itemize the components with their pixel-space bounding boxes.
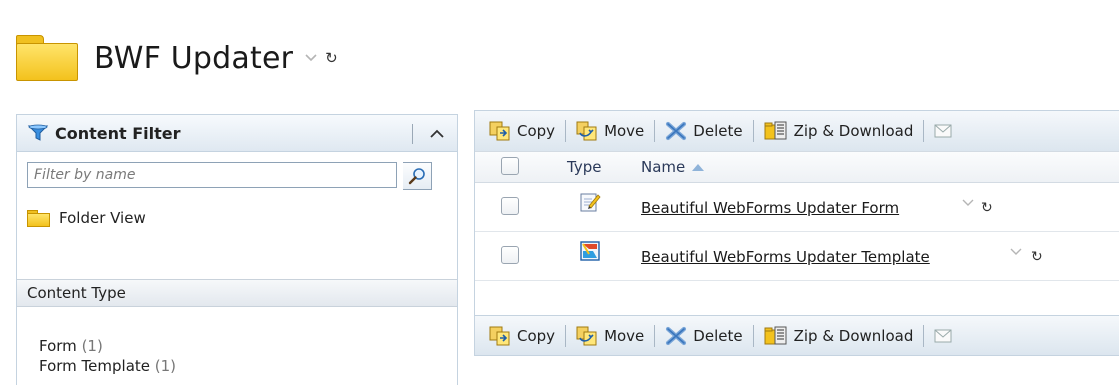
folder-icon	[27, 210, 50, 227]
zip-icon	[764, 326, 787, 344]
delete-icon	[666, 326, 687, 345]
zip-download-button[interactable]: Zip & Download	[764, 118, 914, 144]
column-type[interactable]: Type	[567, 158, 601, 176]
move-label: Move	[604, 326, 645, 345]
row-checkbox[interactable]	[501, 246, 519, 264]
search-button[interactable]	[403, 162, 432, 190]
zip-icon	[764, 121, 787, 140]
move-label: Move	[604, 122, 645, 140]
content-type-header: Content Type	[17, 279, 457, 307]
content-type-list: Form (1) Form Template (1)	[39, 336, 176, 376]
copy-button[interactable]: Copy	[489, 118, 555, 144]
move-icon	[576, 326, 597, 345]
toolbar-bottom: Copy Move Delete Zip & Download	[475, 315, 1119, 355]
chevron-down-icon[interactable]	[1009, 246, 1023, 258]
content-type-count: (1)	[81, 337, 103, 355]
copy-label: Copy	[517, 122, 556, 140]
content-grid: Copy Move Delete Zip & Download Type Nam…	[474, 110, 1119, 356]
toolbar-separator	[752, 324, 754, 347]
page-header: BWF Updater ↻	[16, 28, 338, 88]
refresh-icon[interactable]: ↻	[1031, 249, 1043, 265]
content-type-label: Form Template	[39, 357, 150, 375]
delete-label: Delete	[693, 122, 743, 140]
chevron-down-icon[interactable]	[305, 52, 317, 64]
filter-by-name-input[interactable]	[27, 162, 397, 188]
content-type-item-form-template[interactable]: Form Template (1)	[39, 356, 176, 376]
content-filter-title: Content Filter	[55, 123, 181, 143]
move-button[interactable]: Move	[576, 118, 644, 144]
item-name-link[interactable]: Beautiful WebForms Updater Template	[641, 248, 930, 266]
select-all-checkbox[interactable]	[501, 157, 519, 175]
chevron-down-icon[interactable]	[961, 197, 975, 209]
content-filter-panel: Content Filter Folder View Content Type …	[16, 114, 458, 385]
form-template-icon	[580, 241, 600, 261]
toolbar-separator	[923, 120, 925, 142]
item-name-link[interactable]: Beautiful WebForms Updater Form	[641, 199, 899, 217]
move-icon	[576, 121, 597, 141]
toolbar-separator	[752, 120, 754, 142]
email-icon[interactable]	[934, 118, 952, 144]
header-divider	[412, 124, 413, 144]
collapse-icon[interactable]	[429, 125, 445, 141]
delete-icon	[666, 121, 687, 141]
zip-download-label: Zip & Download	[793, 122, 914, 140]
toolbar-top: Copy Move Delete Zip & Download	[475, 111, 1119, 151]
page-title: BWF Updater	[94, 40, 294, 76]
email-icon[interactable]	[934, 323, 952, 349]
toolbar-separator	[565, 120, 567, 142]
toolbar-separator	[654, 324, 656, 347]
delete-button[interactable]: Delete	[665, 118, 743, 144]
column-name-label: Name	[641, 158, 686, 176]
filter-row	[27, 162, 447, 190]
sort-ascending-icon	[692, 164, 705, 171]
copy-icon	[489, 121, 510, 141]
content-type-item-form[interactable]: Form (1)	[39, 336, 176, 356]
folder-icon	[16, 35, 78, 81]
funnel-icon	[27, 124, 49, 141]
table-row[interactable]: Beautiful WebForms Updater Form ↻	[475, 183, 1119, 232]
folder-view-label: Folder View	[59, 209, 146, 227]
refresh-icon[interactable]: ↻	[981, 200, 993, 216]
delete-button[interactable]: Delete	[665, 323, 743, 349]
copy-button[interactable]: Copy	[489, 323, 555, 349]
table-row[interactable]: Beautiful WebForms Updater Template ↻	[475, 232, 1119, 281]
zip-download-button[interactable]: Zip & Download	[764, 323, 914, 349]
zip-download-label: Zip & Download	[793, 326, 914, 345]
form-edit-icon	[580, 193, 601, 212]
delete-label: Delete	[693, 326, 743, 345]
content-filter-header: Content Filter	[17, 115, 457, 152]
column-name[interactable]: Name	[641, 158, 705, 176]
content-type-label: Form	[39, 337, 77, 355]
row-checkbox[interactable]	[501, 197, 519, 215]
toolbar-separator	[565, 324, 567, 347]
refresh-icon[interactable]: ↻	[325, 49, 338, 67]
toolbar-separator	[654, 120, 656, 142]
search-icon	[408, 168, 425, 185]
move-button[interactable]: Move	[576, 323, 644, 349]
copy-label: Copy	[517, 326, 556, 345]
grid-header: Type Name	[475, 151, 1119, 183]
toolbar-separator	[923, 324, 925, 347]
folder-view-link[interactable]: Folder View	[27, 206, 457, 230]
copy-icon	[489, 326, 510, 345]
content-type-count: (1)	[154, 357, 177, 375]
